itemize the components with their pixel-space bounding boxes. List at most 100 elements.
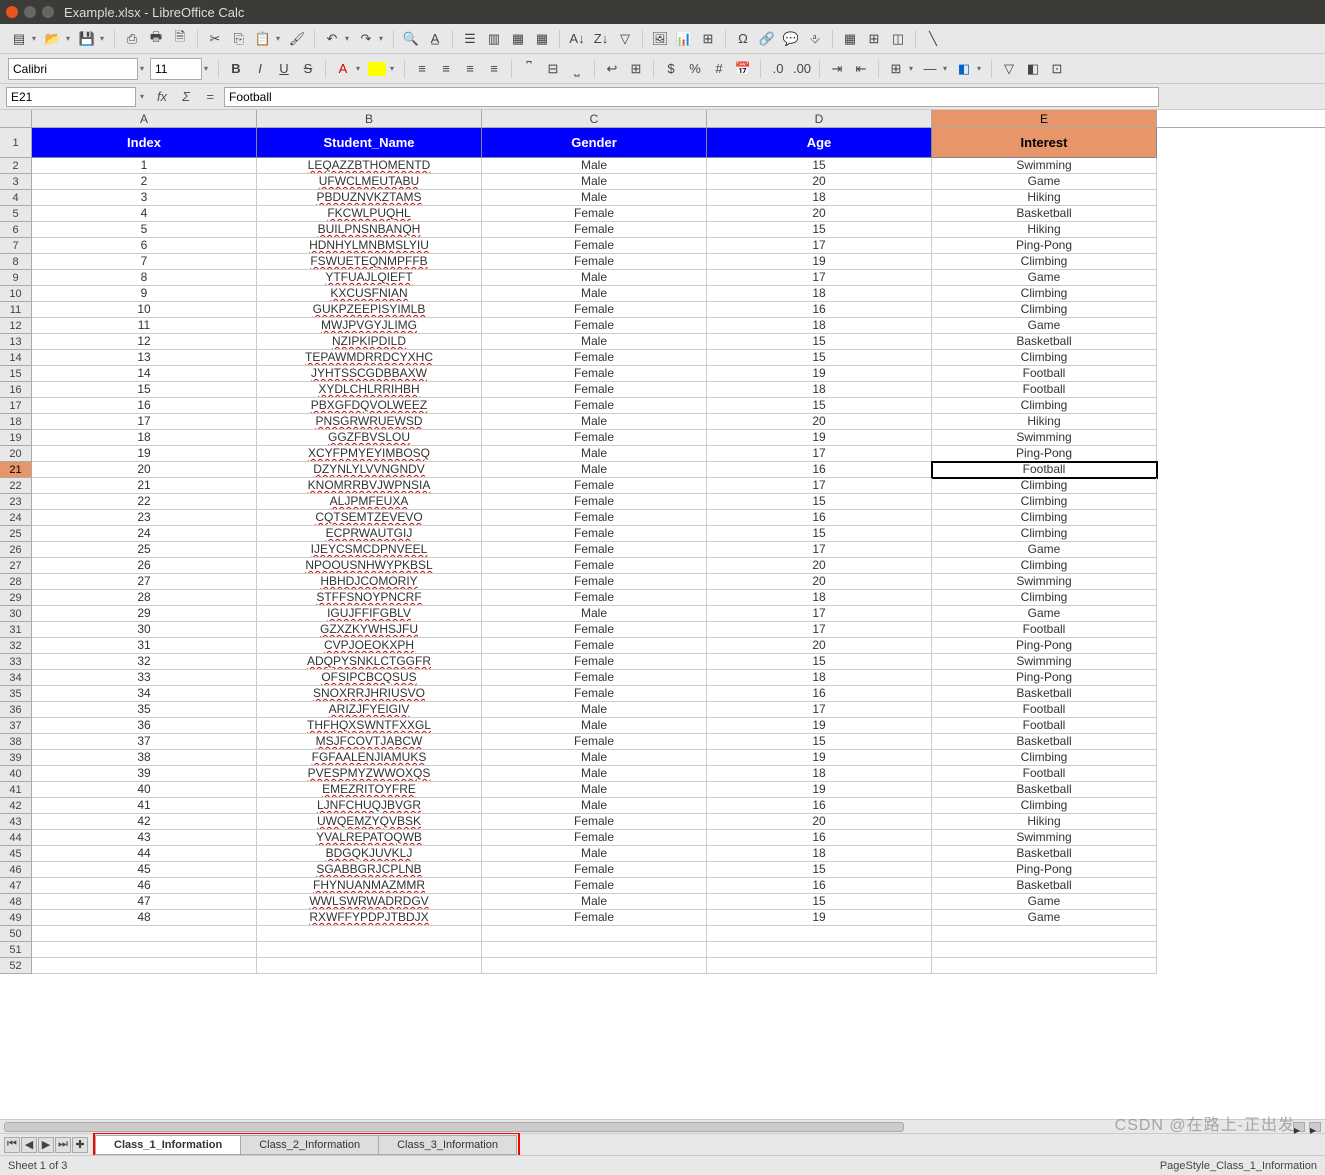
row-header[interactable]: 31 bbox=[0, 622, 32, 638]
data-cell[interactable]: 17 bbox=[707, 542, 932, 558]
percent-icon[interactable]: % bbox=[684, 58, 706, 80]
data-cell[interactable]: Climbing bbox=[932, 750, 1157, 766]
data-cell[interactable]: ARIZJFYEIGIV bbox=[257, 702, 482, 718]
data-cell[interactable]: GUKPZEEPISYIMLB bbox=[257, 302, 482, 318]
align-right-icon[interactable]: ≡ bbox=[459, 58, 481, 80]
data-cell[interactable]: 23 bbox=[32, 510, 257, 526]
currency-icon[interactable]: $ bbox=[660, 58, 682, 80]
data-cell[interactable]: Basketball bbox=[932, 686, 1157, 702]
data-cell[interactable]: HBHDJCOMORIY bbox=[257, 574, 482, 590]
data-cell[interactable]: 11 bbox=[32, 318, 257, 334]
column-header-B[interactable]: B bbox=[257, 110, 482, 127]
data-cell[interactable]: Game bbox=[932, 606, 1157, 622]
column-header-D[interactable]: D bbox=[707, 110, 932, 127]
empty-cell[interactable] bbox=[257, 926, 482, 942]
data-cell[interactable]: Climbing bbox=[932, 302, 1157, 318]
data-cell[interactable]: Swimming bbox=[932, 158, 1157, 174]
data-cell[interactable]: 15 bbox=[707, 862, 932, 878]
data-cell[interactable]: UFWCLMEUTABU bbox=[257, 174, 482, 190]
function-wizard-icon[interactable]: fx bbox=[152, 87, 172, 107]
sheet-tab[interactable]: Class_3_Information bbox=[378, 1135, 517, 1155]
row-header[interactable]: 14 bbox=[0, 350, 32, 366]
data-cell[interactable]: 18 bbox=[707, 670, 932, 686]
data-cell[interactable]: 17 bbox=[707, 270, 932, 286]
data-cell[interactable]: Female bbox=[482, 878, 707, 894]
data-cell[interactable]: 22 bbox=[32, 494, 257, 510]
empty-cell[interactable] bbox=[932, 958, 1157, 974]
window-icon[interactable]: ◫ bbox=[887, 28, 909, 50]
data-cell[interactable]: Climbing bbox=[932, 254, 1157, 270]
data-cell[interactable]: Male bbox=[482, 270, 707, 286]
data-cell[interactable]: Male bbox=[482, 286, 707, 302]
data-cell[interactable]: 15 bbox=[707, 222, 932, 238]
data-cell[interactable]: Ping-Pong bbox=[932, 238, 1157, 254]
data-cell[interactable]: Female bbox=[482, 670, 707, 686]
save-icon[interactable]: 💾 bbox=[76, 28, 98, 50]
freeze-icon[interactable]: ▦ bbox=[839, 28, 861, 50]
dec-decimal-icon[interactable]: .00 bbox=[791, 58, 813, 80]
row-header[interactable]: 9 bbox=[0, 270, 32, 286]
data-cell[interactable]: 20 bbox=[707, 558, 932, 574]
cell-reference-input[interactable] bbox=[6, 87, 136, 107]
data-cell[interactable]: 20 bbox=[707, 574, 932, 590]
data-cell[interactable]: 42 bbox=[32, 814, 257, 830]
data-cell[interactable]: Swimming bbox=[932, 830, 1157, 846]
borders-icon[interactable]: ⊞ bbox=[885, 58, 907, 80]
data-cell[interactable]: 41 bbox=[32, 798, 257, 814]
data-cell[interactable]: Hiking bbox=[932, 814, 1157, 830]
row-header[interactable]: 12 bbox=[0, 318, 32, 334]
clone-format-icon[interactable]: 🖌 bbox=[286, 28, 308, 50]
data-cell[interactable]: Male bbox=[482, 766, 707, 782]
empty-cell[interactable] bbox=[482, 958, 707, 974]
row-header[interactable]: 45 bbox=[0, 846, 32, 862]
row-header[interactable]: 2 bbox=[0, 158, 32, 174]
data-cell[interactable]: 1 bbox=[32, 158, 257, 174]
data-cell[interactable]: 5 bbox=[32, 222, 257, 238]
row-header[interactable]: 35 bbox=[0, 686, 32, 702]
data-cell[interactable]: CVPJOEOKXPH bbox=[257, 638, 482, 654]
cond-format-icon[interactable]: ◧ bbox=[1022, 58, 1044, 80]
row-header[interactable]: 32 bbox=[0, 638, 32, 654]
row-header[interactable]: 13 bbox=[0, 334, 32, 350]
tab-prev-icon[interactable]: ◀ bbox=[21, 1137, 37, 1153]
spreadsheet-grid[interactable]: ABCDE1IndexStudent_NameGenderAgeInterest… bbox=[0, 110, 1325, 1119]
data-cell[interactable]: Female bbox=[482, 558, 707, 574]
paste-icon[interactable]: 📋 bbox=[252, 28, 274, 50]
row-header[interactable]: 40 bbox=[0, 766, 32, 782]
data-cell[interactable]: 46 bbox=[32, 878, 257, 894]
comment-icon[interactable]: 💬 bbox=[780, 28, 802, 50]
data-cell[interactable]: 13 bbox=[32, 350, 257, 366]
data-cell[interactable]: Hiking bbox=[932, 414, 1157, 430]
data-cell[interactable]: 18 bbox=[707, 846, 932, 862]
data-cell[interactable]: Female bbox=[482, 382, 707, 398]
data-cell[interactable]: Climbing bbox=[932, 286, 1157, 302]
row-header[interactable]: 8 bbox=[0, 254, 32, 270]
undo-icon[interactable]: ↶ bbox=[321, 28, 343, 50]
data-cell[interactable]: 15 bbox=[707, 526, 932, 542]
data-cell[interactable]: 27 bbox=[32, 574, 257, 590]
data-cell[interactable]: Swimming bbox=[932, 574, 1157, 590]
data-cell[interactable]: 19 bbox=[32, 446, 257, 462]
data-cell[interactable]: STFFSNOYPNCRF bbox=[257, 590, 482, 606]
data-cell[interactable]: Female bbox=[482, 302, 707, 318]
number-icon[interactable]: # bbox=[708, 58, 730, 80]
data-cell[interactable]: FGFAALENJIAMUKS bbox=[257, 750, 482, 766]
data-cell[interactable]: KNOMRRBVJWPNSIA bbox=[257, 478, 482, 494]
data-cell[interactable]: 32 bbox=[32, 654, 257, 670]
data-cell[interactable]: GGZFBVSLOU bbox=[257, 430, 482, 446]
row-header[interactable]: 20 bbox=[0, 446, 32, 462]
date-icon[interactable]: 📅 bbox=[732, 58, 754, 80]
data-cell[interactable]: Basketball bbox=[932, 878, 1157, 894]
underline-icon[interactable]: U bbox=[273, 58, 295, 80]
data-cell[interactable]: TEPAWMDRRDCYXHC bbox=[257, 350, 482, 366]
row-header[interactable]: 4 bbox=[0, 190, 32, 206]
data-cell[interactable]: Female bbox=[482, 638, 707, 654]
data-cell[interactable]: 20 bbox=[32, 462, 257, 478]
data-cell[interactable]: 34 bbox=[32, 686, 257, 702]
data-cell[interactable]: Ping-Pong bbox=[932, 670, 1157, 686]
data-cell[interactable]: 19 bbox=[707, 718, 932, 734]
export-pdf-icon[interactable]: ⎙ bbox=[121, 28, 143, 50]
data-cell[interactable]: 16 bbox=[707, 830, 932, 846]
valign-top-icon[interactable]: ⎴ bbox=[518, 58, 540, 80]
data-cell[interactable]: 16 bbox=[707, 878, 932, 894]
